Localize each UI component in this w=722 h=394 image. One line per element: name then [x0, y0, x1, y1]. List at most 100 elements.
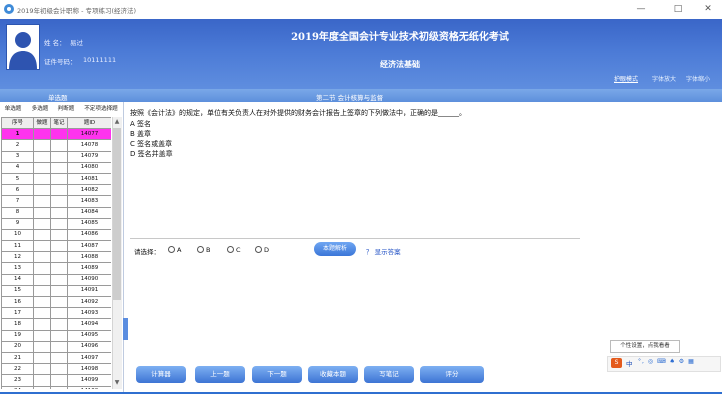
close-button[interactable]: ✕ [697, 2, 719, 16]
radio-b[interactable]: B [197, 246, 210, 254]
radio-circle-icon[interactable] [197, 246, 204, 253]
question-row[interactable]: 20 14096 [1, 340, 111, 353]
row-done-cell [33, 262, 51, 275]
question-row[interactable]: 16 14092 [1, 295, 111, 309]
question-row[interactable]: 10 14086 [1, 228, 111, 242]
eye-care-mode-link[interactable]: 护眼模式 [614, 74, 638, 83]
row-done-cell [33, 295, 51, 309]
row-done-cell [33, 307, 51, 320]
question-row[interactable]: 9 14085 [1, 217, 111, 230]
row-number: 20 [1, 340, 34, 353]
question-row[interactable]: 3 14079 [1, 150, 111, 163]
question-row[interactable]: 5 14081 [1, 172, 111, 186]
question-row[interactable]: 14 14090 [1, 273, 111, 286]
write-note-button[interactable]: 写笔记 [364, 366, 414, 383]
row-question-id: 14093 [67, 307, 111, 320]
radio-d[interactable]: D [255, 246, 269, 254]
row-question-id: 14083 [67, 195, 111, 208]
radio-circle-icon[interactable] [255, 246, 262, 253]
panel-splitter[interactable] [123, 318, 128, 340]
analysis-button[interactable]: 本题解析 [314, 242, 356, 256]
sogou-logo-icon[interactable]: S [611, 358, 622, 368]
row-note-cell [50, 161, 68, 174]
row-done-cell [33, 329, 51, 342]
settings-tip[interactable]: 个性设置，点我看看 [610, 340, 680, 353]
row-done-cell [33, 240, 51, 253]
answer-divider [130, 238, 580, 239]
row-note-cell [50, 228, 68, 242]
question-row[interactable]: 7 14083 [1, 195, 111, 208]
row-note-cell [50, 385, 68, 389]
previous-question-button[interactable]: 上一题 [195, 366, 245, 383]
row-note-cell [50, 184, 68, 197]
radio-a[interactable]: A [168, 246, 181, 254]
font-enlarge-link[interactable]: 字体放大 [652, 74, 676, 83]
question-row[interactable]: 15 14091 [1, 284, 111, 298]
font-shrink-link[interactable]: 字体缩小 [686, 74, 710, 83]
row-question-id: 14086 [67, 228, 111, 242]
row-note-cell [50, 251, 68, 264]
show-answer-link[interactable]: ？ 显示答案 [366, 246, 401, 256]
question-row[interactable]: 2 14078 [1, 139, 111, 152]
favorite-question-button[interactable]: 收藏本题 [308, 366, 358, 383]
row-question-id: 14095 [67, 329, 111, 342]
row-done-cell [33, 128, 51, 141]
question-row[interactable]: 12 14088 [1, 251, 111, 264]
row-done-cell [33, 318, 51, 331]
row-question-id: 14096 [67, 340, 111, 353]
avatar [6, 24, 40, 70]
scroll-up-icon[interactable]: ▲ [113, 118, 121, 126]
row-number: 12 [1, 251, 34, 264]
ime-tool-icons[interactable]: °, ◎ ⌨ ♠ ⚙ ▦ [638, 358, 695, 365]
question-row[interactable]: 19 14095 [1, 329, 111, 342]
question-row[interactable]: 22 14098 [1, 363, 111, 376]
row-question-id: 14091 [67, 284, 111, 298]
tab-multiple-choice[interactable]: 多选题 [29, 104, 51, 115]
row-number: 24 [1, 385, 34, 389]
radio-circle-icon[interactable] [168, 246, 175, 253]
app-logo-icon [4, 4, 14, 14]
row-number: 22 [1, 363, 34, 376]
id-label: 证件号码： [44, 58, 77, 66]
row-question-id: 14085 [67, 217, 111, 230]
row-note-cell [50, 363, 68, 376]
question-row[interactable]: 1 14077 [1, 128, 111, 141]
next-question-button[interactable]: 下一题 [252, 366, 302, 383]
tab-single-choice[interactable]: 单选题 [2, 104, 24, 115]
maximize-button[interactable]: □ [667, 2, 689, 16]
row-question-id: 14082 [67, 184, 111, 197]
question-row[interactable]: 21 14097 [1, 351, 111, 365]
question-row[interactable]: 8 14084 [1, 206, 111, 219]
row-number: 7 [1, 195, 34, 208]
radio-circle-icon[interactable] [227, 246, 234, 253]
radio-c[interactable]: C [227, 246, 241, 254]
tab-true-false[interactable]: 判断题 [55, 104, 77, 115]
row-question-id: 14081 [67, 172, 111, 186]
row-done-cell [33, 374, 51, 387]
question-row[interactable]: 6 14082 [1, 184, 111, 197]
question-row[interactable]: 4 14080 [1, 161, 111, 174]
question-row[interactable]: 13 14089 [1, 262, 111, 275]
calculator-button[interactable]: 计算器 [136, 366, 186, 383]
question-row[interactable]: 18 14094 [1, 318, 111, 331]
score-button[interactable]: 评分 [420, 366, 484, 383]
scroll-down-icon[interactable]: ▼ [113, 379, 121, 387]
section-title: 第二节 会计核算与监督 [316, 94, 384, 102]
row-number: 21 [1, 351, 34, 365]
question-row[interactable]: 11 14087 [1, 240, 111, 253]
ime-mode-toggle[interactable]: 中 [626, 358, 633, 368]
question-row[interactable]: 24 14100 [1, 385, 111, 389]
question-row[interactable]: 23 14099 [1, 374, 111, 387]
tab-indefinite-choice[interactable]: 不定项选择题 [81, 104, 121, 115]
question-type-tabs: 单选题 多选题 判断题 不定项选择题 [0, 104, 120, 115]
col-header-done: 做题 [33, 117, 51, 130]
row-number: 8 [1, 206, 34, 219]
scroll-thumb[interactable] [113, 128, 121, 300]
window-title: 2019年初级会计职称 - 专项练习(经济法) [17, 7, 137, 15]
subject-title: 经济法基础 [380, 59, 420, 69]
row-question-id: 14092 [67, 295, 111, 309]
question-row[interactable]: 17 14093 [1, 307, 111, 320]
row-note-cell [50, 284, 68, 298]
row-number: 1 [1, 128, 34, 141]
minimize-button[interactable]: — [630, 2, 652, 16]
